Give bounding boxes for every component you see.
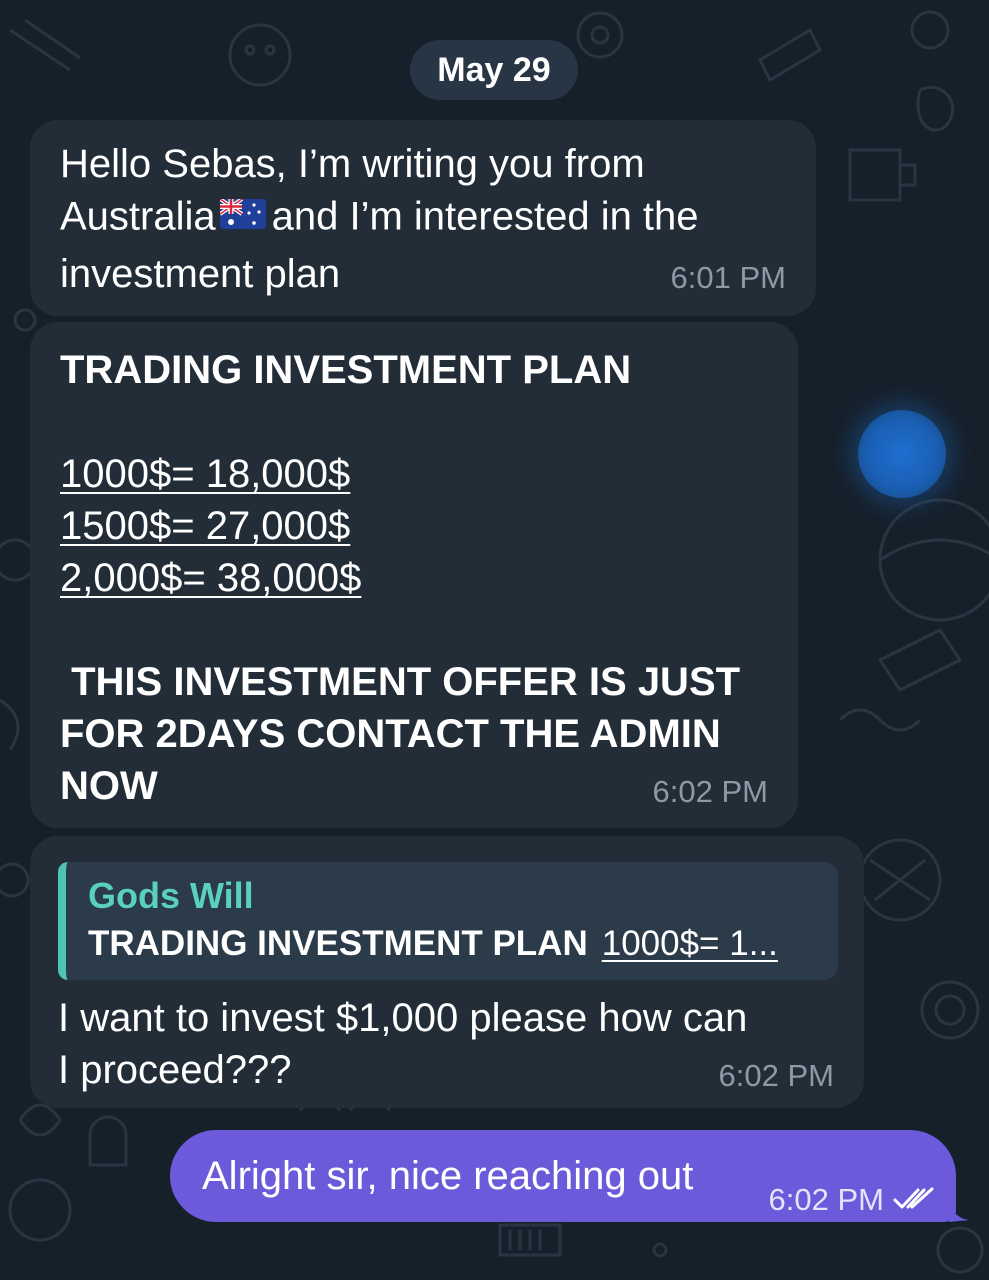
message-line: I want to invest $1,000 please how can [58, 996, 748, 1040]
plan-line[interactable]: 1000$= 18,000$ [60, 452, 350, 496]
message-timestamp: 6:02 PM [768, 1182, 884, 1217]
reply-snippet: TRADING INVESTMENT PLAN 1000$= 1... [88, 920, 816, 968]
plan-line[interactable]: 2,000$= 38,000$ [60, 556, 361, 600]
date-separator: May 29 [410, 40, 578, 100]
reply-preview: 1000$= 1... [601, 924, 778, 963]
incoming-message[interactable]: TRADING INVESTMENT PLAN 1000$= 18,000$ 1… [30, 322, 798, 828]
message-timestamp: 6:02 PM [718, 1058, 834, 1093]
message-timestamp: 6:02 PM [652, 774, 768, 809]
incoming-message[interactable]: Gods Will TRADING INVESTMENT PLAN 1000$= … [30, 836, 864, 1108]
reply-author: Gods Will [88, 875, 254, 916]
message-line: Hello Sebas, I’m writing you from [60, 142, 645, 186]
message-text: Alright sir, nice reaching out [202, 1154, 694, 1198]
offer-line: FOR 2DAYS CONTACT THE ADMIN [60, 712, 721, 756]
bubble-tail-icon [949, 1196, 969, 1222]
message-meta: 6:02 PM [769, 1174, 936, 1226]
scroll-position-indicator [858, 410, 946, 498]
reply-title: TRADING INVESTMENT PLAN [88, 924, 588, 963]
message-timestamp: 6:01 PM [670, 260, 786, 295]
quoted-reply[interactable]: Gods Will TRADING INVESTMENT PLAN 1000$= … [58, 862, 838, 980]
plan-title: TRADING INVESTMENT PLAN [60, 348, 632, 392]
plan-line[interactable]: 1500$= 27,000$ [60, 504, 350, 548]
incoming-message[interactable]: Hello Sebas, I’m writing you from Austra… [30, 120, 816, 316]
double-check-icon [892, 1174, 936, 1226]
australia-flag-emoji [218, 190, 266, 242]
outgoing-message[interactable]: Alright sir, nice reaching out 6:02 PM [170, 1130, 956, 1222]
offer-line: THIS INVESTMENT OFFER IS JUST [60, 660, 741, 704]
message-fragment: and I’m interested in the [271, 194, 699, 239]
message-line: Australia and I’m interested in the [60, 190, 786, 248]
message-fragment: Australia [60, 194, 216, 239]
